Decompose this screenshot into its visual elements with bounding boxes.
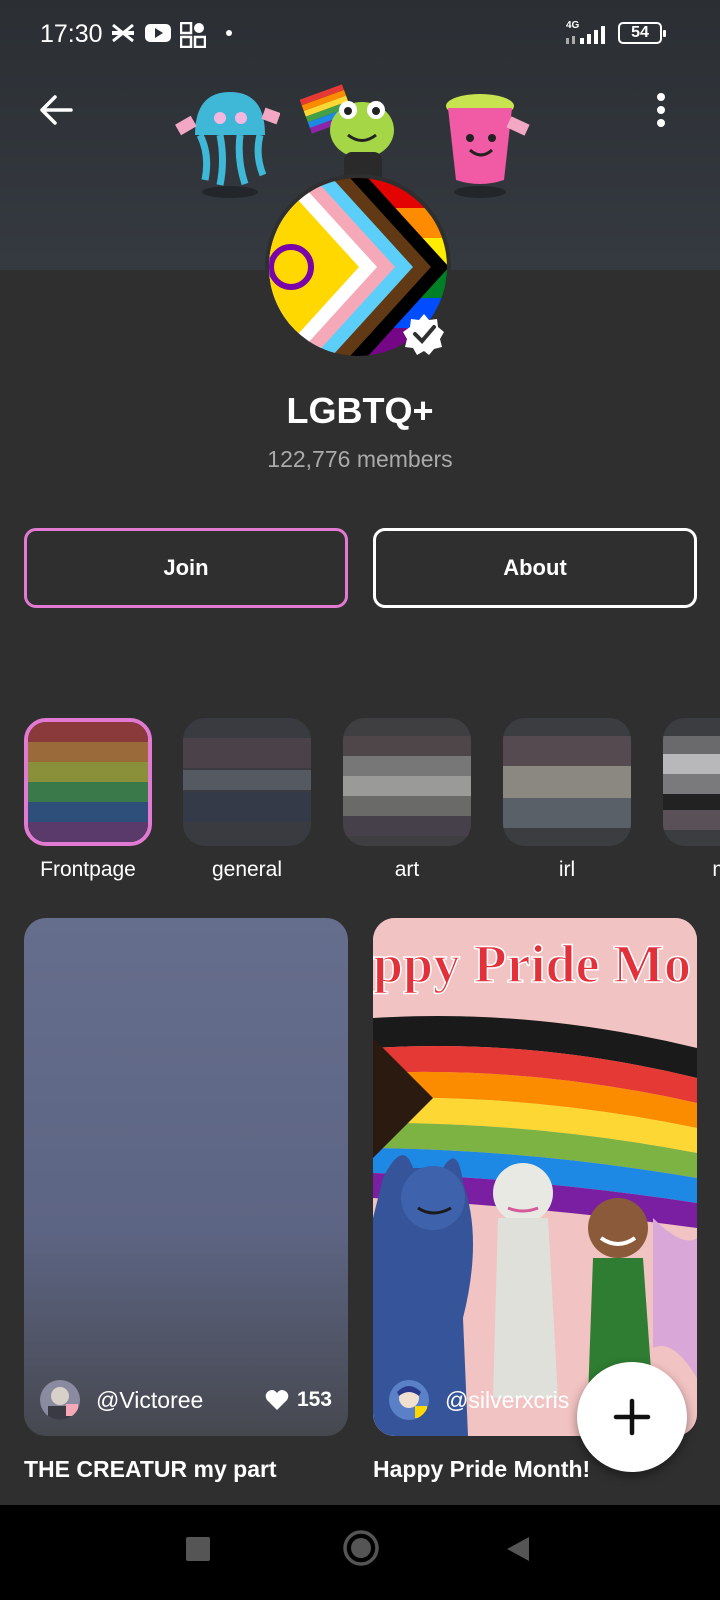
status-bar: 17:30 4G 54	[0, 0, 720, 70]
community-name: LGBTQ+	[286, 390, 434, 431]
category-general[interactable]: general	[183, 718, 311, 882]
create-post-button[interactable]	[577, 1362, 687, 1472]
signal-indicator: 4G	[564, 20, 610, 46]
jellyfish-sticker	[175, 92, 280, 198]
author-avatar[interactable]	[40, 1380, 80, 1420]
like-number: 153	[296, 1388, 332, 1411]
more-vertical-icon[interactable]	[656, 92, 666, 128]
category-art[interactable]: art	[343, 718, 471, 882]
category-me[interactable]: me	[663, 718, 720, 882]
back-nav-icon[interactable]	[505, 1535, 531, 1563]
system-nav-bar	[0, 1505, 720, 1600]
author-avatar[interactable]	[389, 1380, 429, 1420]
post-image: ppy Pride Mo	[373, 918, 697, 1436]
member-count: 122,776 members	[267, 446, 453, 472]
post-title[interactable]: Happy Pride Month!	[373, 1456, 590, 1483]
category-list: Frontpage general art irl	[0, 718, 720, 888]
post-title[interactable]: THE CREATUR my part	[24, 1456, 277, 1483]
like-count[interactable]: 153	[265, 1388, 332, 1412]
battery-indicator: 54	[618, 22, 666, 44]
category-irl[interactable]: irl	[503, 718, 631, 882]
post-image-text: ppy Pride Mo	[373, 934, 691, 994]
cup-sticker	[446, 94, 530, 198]
category-label: Frontpage	[40, 858, 136, 881]
category-thumbnail	[183, 718, 311, 846]
category-label: me	[663, 858, 720, 882]
author-handle[interactable]: @Victoree	[96, 1387, 265, 1414]
join-button[interactable]: Join	[24, 528, 348, 608]
verified-badge-icon	[403, 314, 444, 355]
plus-icon	[613, 1398, 651, 1436]
category-label: art	[394, 858, 420, 881]
recents-icon[interactable]	[186, 1537, 210, 1561]
heart-icon	[265, 1390, 289, 1410]
category-label: general	[211, 858, 283, 881]
about-button[interactable]: About	[373, 528, 697, 608]
signal-strength-icon	[566, 26, 605, 44]
grid-app-icon	[180, 22, 206, 48]
post-card[interactable]: @Victoree 153	[24, 918, 348, 1436]
category-thumbnail	[503, 718, 631, 846]
category-thumbnail	[24, 718, 152, 846]
category-thumbnail	[343, 718, 471, 846]
status-time: 17:30	[40, 20, 103, 48]
category-thumbnail	[663, 718, 720, 846]
notification-dot-icon	[226, 30, 232, 36]
youtube-icon	[145, 24, 171, 42]
category-frontpage[interactable]: Frontpage	[24, 718, 152, 882]
post-card[interactable]: ppy Pride Mo @silverxcris	[373, 918, 697, 1436]
system-indicators: 4G 54	[564, 20, 666, 46]
back-arrow-icon[interactable]	[38, 92, 74, 128]
app-notification-icon	[112, 23, 134, 43]
home-icon[interactable]	[342, 1529, 380, 1567]
category-label: irl	[558, 858, 576, 881]
post-meta: @Victoree 153	[24, 1364, 348, 1436]
